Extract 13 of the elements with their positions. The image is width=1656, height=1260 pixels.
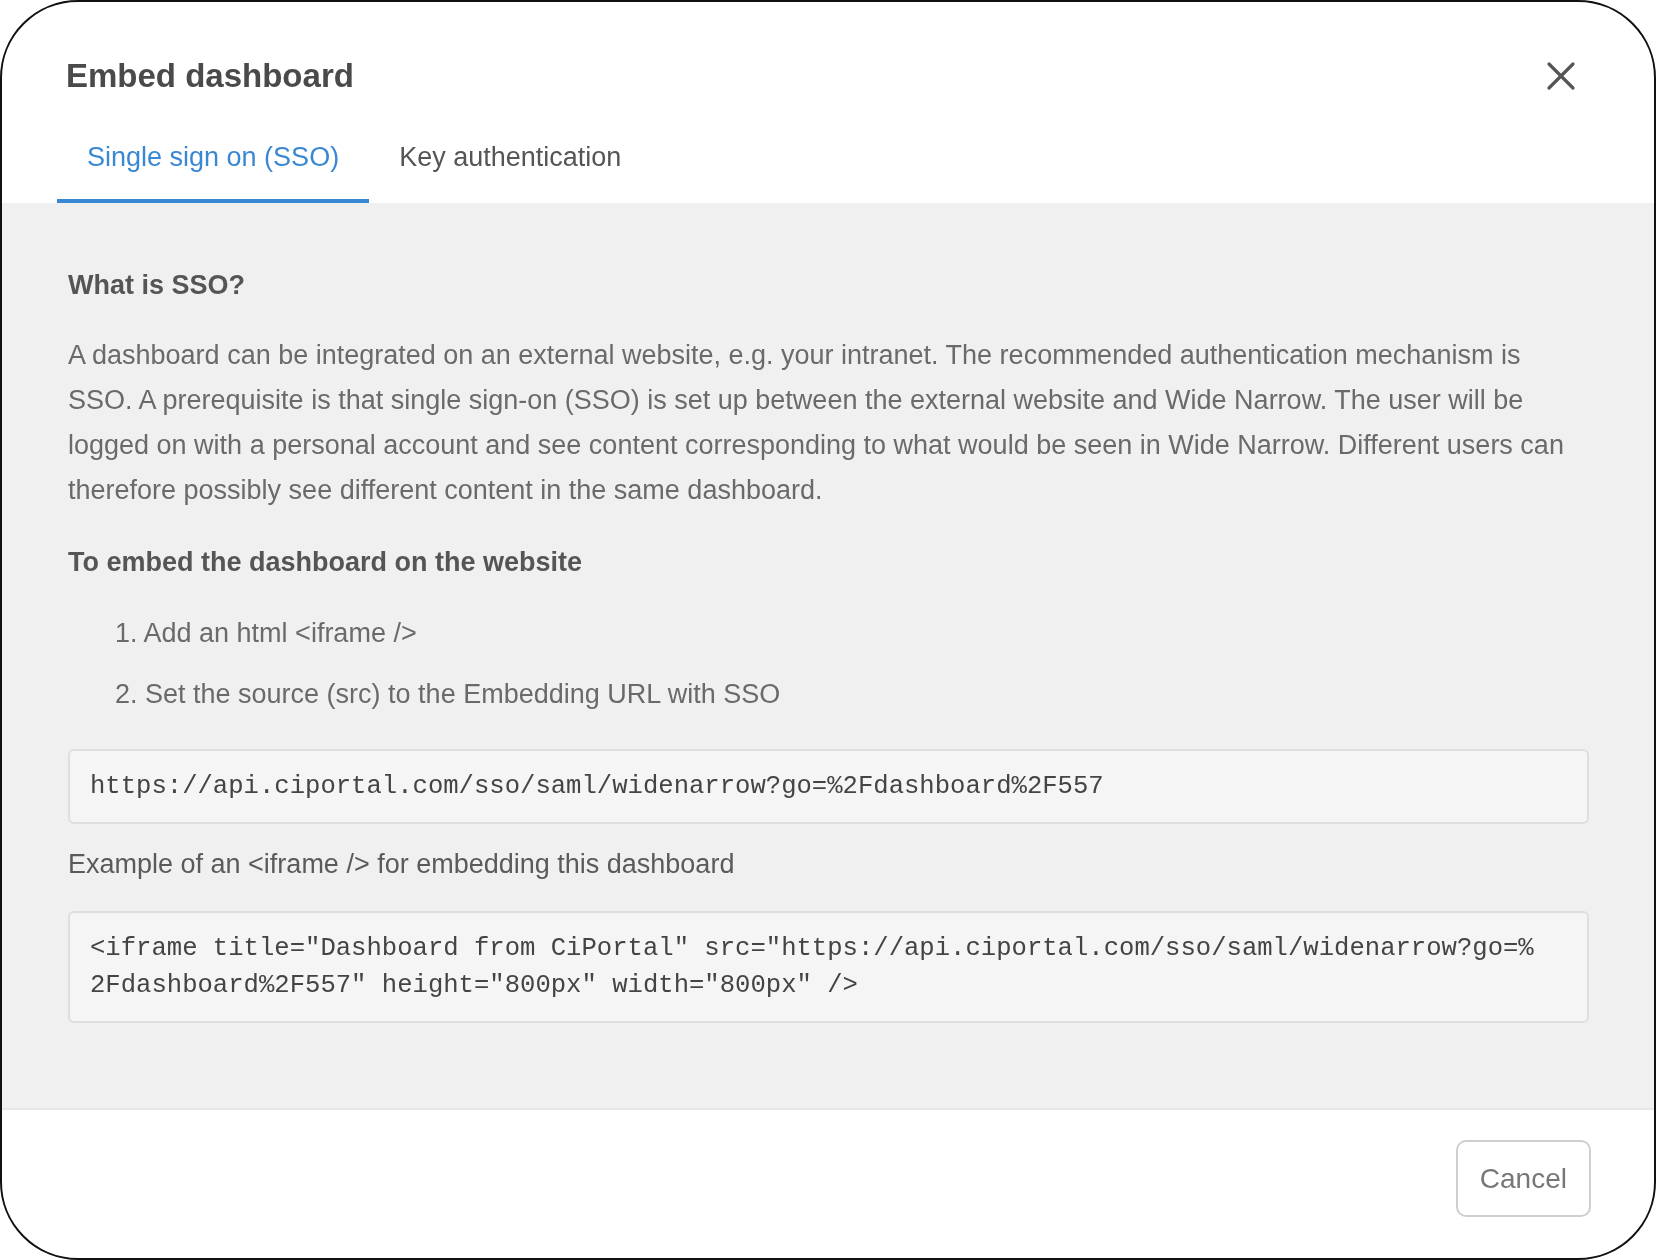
step-text: 2. Set the source (src) to the Embedding URL with SSO: [115, 678, 781, 711]
example-label: Example of an <iframe /> for embedding this dashboard: [68, 848, 735, 881]
code-field[interactable]: <iframe title="Dashboard from CiPortal" src="https://api.ciportal.com/sso/saml/widenarrow?go=%2Fdashboard%2F557" height="800px" width="800px" />: [68, 911, 1589, 1023]
dialog-title: Embed dashboard: [66, 56, 354, 96]
close-button[interactable]: [1546, 61, 1576, 91]
section-heading: To embed the dashboard on the website: [68, 546, 584, 579]
section-heading: What is SSO?: [68, 269, 247, 302]
description-text: A dashboard can be integrated on an external website, e.g. your intranet. The recommended authentication mechanism is SSO. A prerequisite is that single sign-on (SSO) is set up between the external website and Wide Narrow. The user will be logged on with a personal account and see content corresponding to what would be seen in Wide Narrow. Different users can therefore possibly see different content in the same dashboard.: [68, 339, 1565, 507]
url-field[interactable]: https://api.ciportal.com/sso/saml/widenarrow?go=%2Fdashboard%2F557: [68, 749, 1589, 824]
close-icon: [1546, 61, 1576, 91]
tab[interactable]: Key authentication: [369, 120, 652, 203]
cancel-button[interactable]: Cancel: [1455, 1140, 1591, 1217]
step-text: 1. Add an html <iframe />: [115, 617, 417, 650]
